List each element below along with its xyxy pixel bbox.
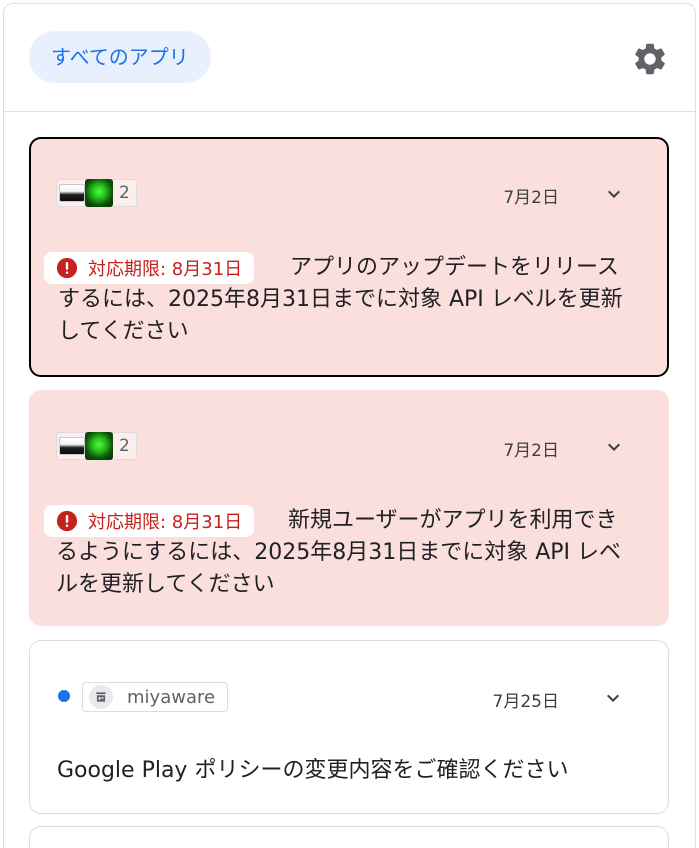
all-apps-filter-chip[interactable]: すべてのアプリ [29,31,211,83]
notification-message: 新規ユーザーがアプリを利用でき るようにするには、2025年8月31日までに対象… [56,505,656,601]
account-chip[interactable]: miyaware [82,682,229,712]
unread-dot [58,690,70,702]
chevron-down-icon[interactable] [602,182,626,206]
notification-card[interactable]: miyaware 7月25日 Google Play ポリシーの変更内容をご確認… [29,640,669,814]
app-count: 2 [119,436,130,456]
account-name: miyaware [127,686,216,708]
store-icon [96,692,106,702]
message-line: ルを更新してください [56,572,275,597]
message-line: るようにするには、2025年8月31日までに対象 API レベ [56,540,621,565]
notification-card[interactable] [29,826,669,848]
app-icons-group[interactable]: 2 [56,179,137,207]
app-count: 2 [119,183,130,203]
chevron-down-icon[interactable] [602,435,626,459]
app-thumbnail [59,184,85,202]
notification-date: 7月2日 [503,441,559,461]
gear-icon[interactable] [631,40,669,78]
notification-card[interactable]: 2 7月2日 対応期限: 8月31日 新規ユーザーがアプリを利用でき るようにす… [29,390,669,626]
notification-card[interactable]: 2 7月2日 対応期限: 8月31日 アプリのアップデートをリリース するには、… [29,137,669,377]
message-line: 新規ユーザーがアプリを利用でき [288,508,618,533]
notification-message: Google Play ポリシーの変更内容をご確認ください [57,758,569,783]
developer-account-icon [89,685,113,709]
message-line: アプリのアップデートをリリース [290,255,619,280]
panel-header: すべてのアプリ [4,4,695,112]
app-thumbnail [59,437,85,455]
notification-date: 7月2日 [503,188,559,208]
message-line: するには、2025年8月31日までに対象 API レベルを更新 [58,287,623,312]
message-line: してください [58,319,189,344]
notification-message: アプリのアップデートをリリース するには、2025年8月31日までに対象 API… [58,252,658,348]
app-thumbnail [85,179,113,207]
app-thumbnail [85,432,113,460]
notifications-panel: すべてのアプリ 2 7月2日 対応期限: 8月31日 アプリのアップデートをリリ… [3,3,696,848]
chevron-down-icon[interactable] [601,686,625,710]
app-icons-group[interactable]: 2 [56,432,137,460]
notification-date: 7月25日 [492,692,559,712]
